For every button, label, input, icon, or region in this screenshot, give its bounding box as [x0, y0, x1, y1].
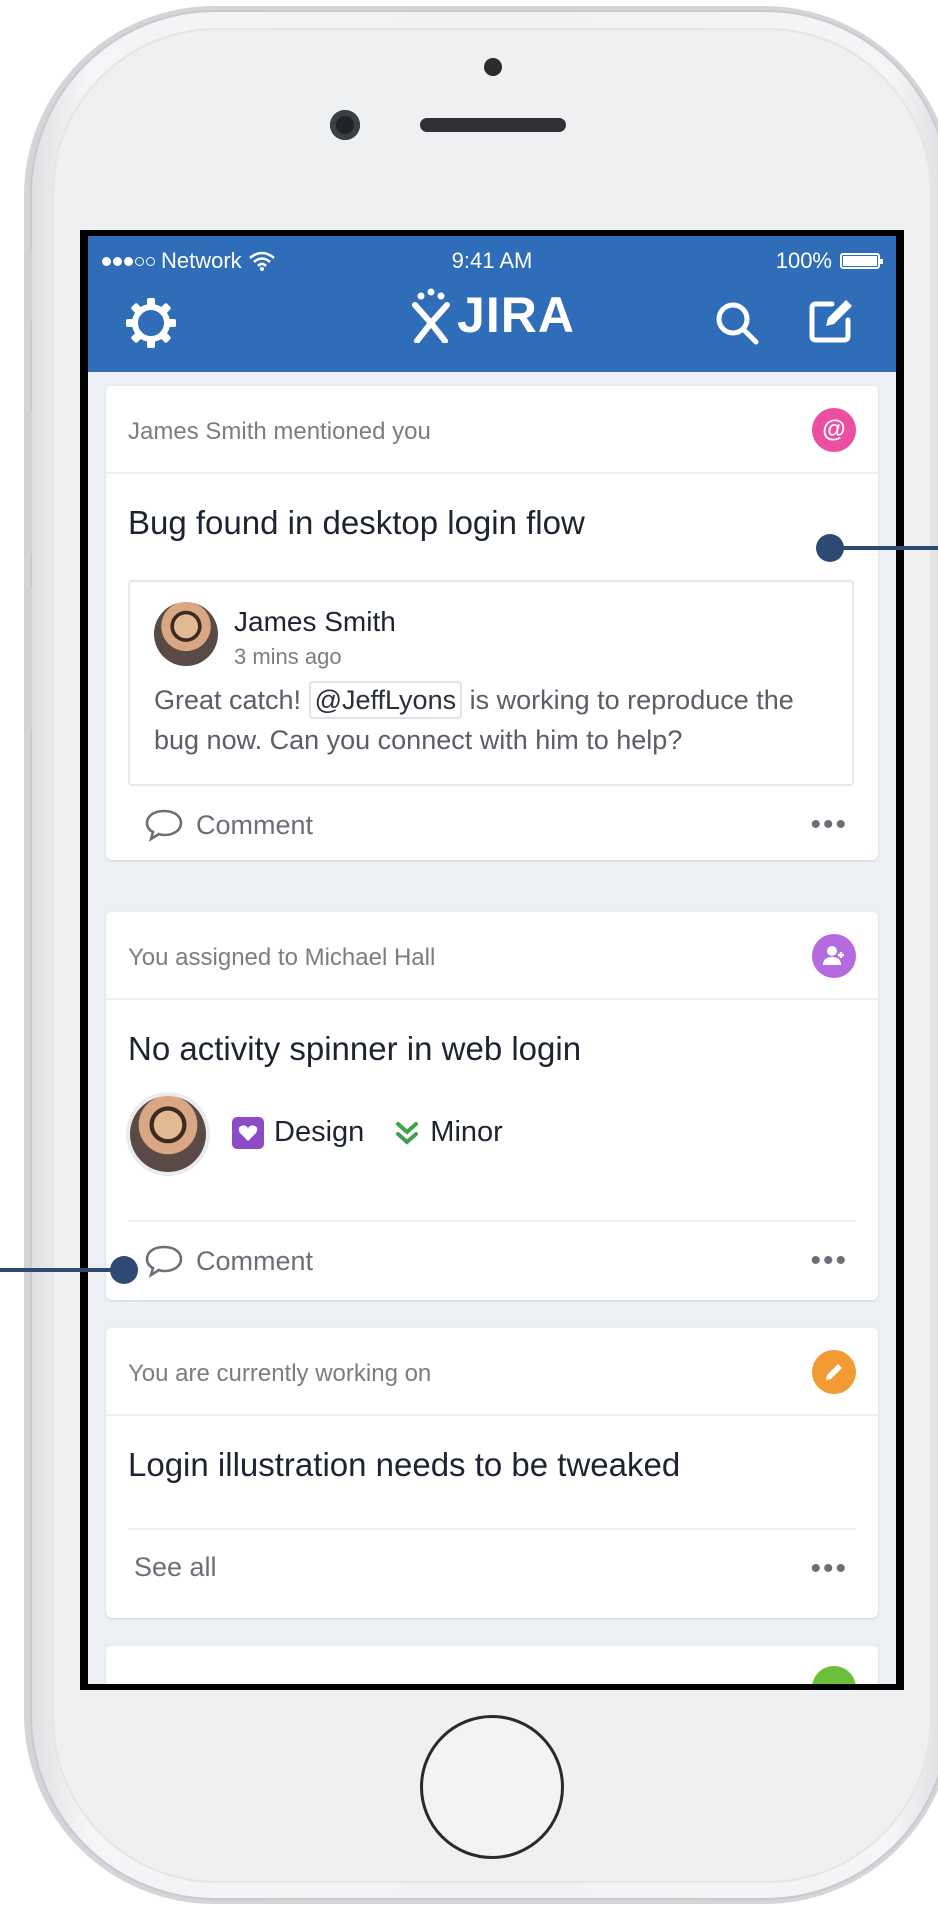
comment-button-label: Comment	[196, 1245, 314, 1276]
jira-logo-icon	[412, 288, 451, 343]
issue-type-label: Design	[274, 1116, 365, 1148]
comment-icon	[145, 1245, 183, 1278]
logo-wordmark: JIRA	[457, 287, 575, 343]
card-header-label: You assigned to Michael Hall	[128, 944, 436, 971]
issue-title[interactable]: Bug found in desktop login flow	[128, 504, 585, 542]
pencil-icon	[812, 1350, 856, 1394]
volume-up-button	[24, 410, 32, 555]
card-header-label: You are currently working on	[128, 1360, 432, 1387]
card-header: You assigned to Michael Hall	[106, 912, 878, 1000]
card-header: James Smith mentioned you @	[106, 386, 878, 474]
search-icon[interactable]	[714, 300, 760, 346]
see-all-button[interactable]: See all	[134, 1552, 217, 1583]
comment-preview[interactable]: James Smith 3 mins ago Great catch! @Jef…	[128, 580, 854, 786]
callout-dot-left	[110, 1256, 138, 1284]
mention-icon: @	[812, 408, 856, 452]
card-actions: Comment •••	[106, 796, 878, 856]
avatar	[154, 602, 218, 666]
more-options-button[interactable]: •••	[810, 808, 848, 842]
app-screen: Network 9:41 AM 100% JIRA James Smith me…	[88, 236, 896, 1684]
issue-priority-label: Minor	[430, 1116, 503, 1148]
assign-user-icon	[812, 934, 856, 978]
app-header: Network 9:41 AM 100% JIRA	[88, 236, 896, 372]
card-actions: See all •••	[128, 1528, 856, 1590]
user-mention[interactable]: @JeffLyons	[308, 681, 463, 719]
front-camera	[330, 110, 360, 140]
comment-icon	[145, 809, 183, 842]
edit-icon[interactable]	[806, 296, 856, 346]
proximity-sensor	[484, 58, 502, 76]
jira-logo: JIRA	[88, 286, 896, 348]
callout-dot-right	[816, 534, 844, 562]
battery-icon	[840, 253, 883, 269]
issue-title[interactable]: No activity spinner in web login	[128, 1030, 581, 1068]
earpiece-speaker	[420, 118, 566, 132]
card-actions: Comment •••	[128, 1220, 856, 1282]
comment-time: 3 mins ago	[234, 644, 342, 669]
callout-line-left	[0, 1268, 124, 1272]
activity-card-mention[interactable]: James Smith mentioned you @ Bug found in…	[106, 386, 878, 860]
volume-down-button	[24, 586, 32, 731]
comment-button-label: Comment	[196, 809, 314, 840]
home-button[interactable]	[420, 1715, 564, 1859]
battery-percent: 100%	[775, 248, 832, 273]
card-header-label: James Smith mentioned you	[128, 418, 431, 445]
comment-button[interactable]: Comment	[144, 808, 313, 842]
mute-switch	[24, 248, 32, 322]
phone-screen: Network 9:41 AM 100% JIRA James Smith me…	[80, 230, 904, 1690]
activity-card-assigned[interactable]: You assigned to Michael Hall No activity…	[106, 912, 878, 1300]
callout-line-right	[830, 546, 938, 550]
issue-title[interactable]: Login illustration needs to be tweaked	[128, 1446, 680, 1484]
activity-card-partial[interactable]	[106, 1646, 878, 1684]
status-right: 100%	[775, 248, 883, 274]
comment-text: Great catch! @JeffLyons is working to re…	[154, 680, 834, 760]
more-options-button[interactable]: •••	[810, 1244, 848, 1278]
status-dot-icon	[812, 1666, 856, 1684]
comment-text-start: Great catch!	[154, 685, 302, 715]
assignee-avatar	[130, 1096, 206, 1172]
status-bar: Network 9:41 AM 100%	[88, 248, 896, 276]
comment-author: James Smith	[234, 606, 396, 637]
heart-icon	[232, 1116, 264, 1149]
card-header: You are currently working on	[106, 1328, 878, 1416]
more-options-button[interactable]: •••	[810, 1552, 848, 1586]
priority-minor-icon	[396, 1121, 419, 1145]
activity-card-working-on[interactable]: You are currently working on Login illus…	[106, 1328, 878, 1618]
comment-button[interactable]: Comment	[144, 1244, 313, 1278]
issue-tags: Design Minor	[232, 1116, 503, 1149]
